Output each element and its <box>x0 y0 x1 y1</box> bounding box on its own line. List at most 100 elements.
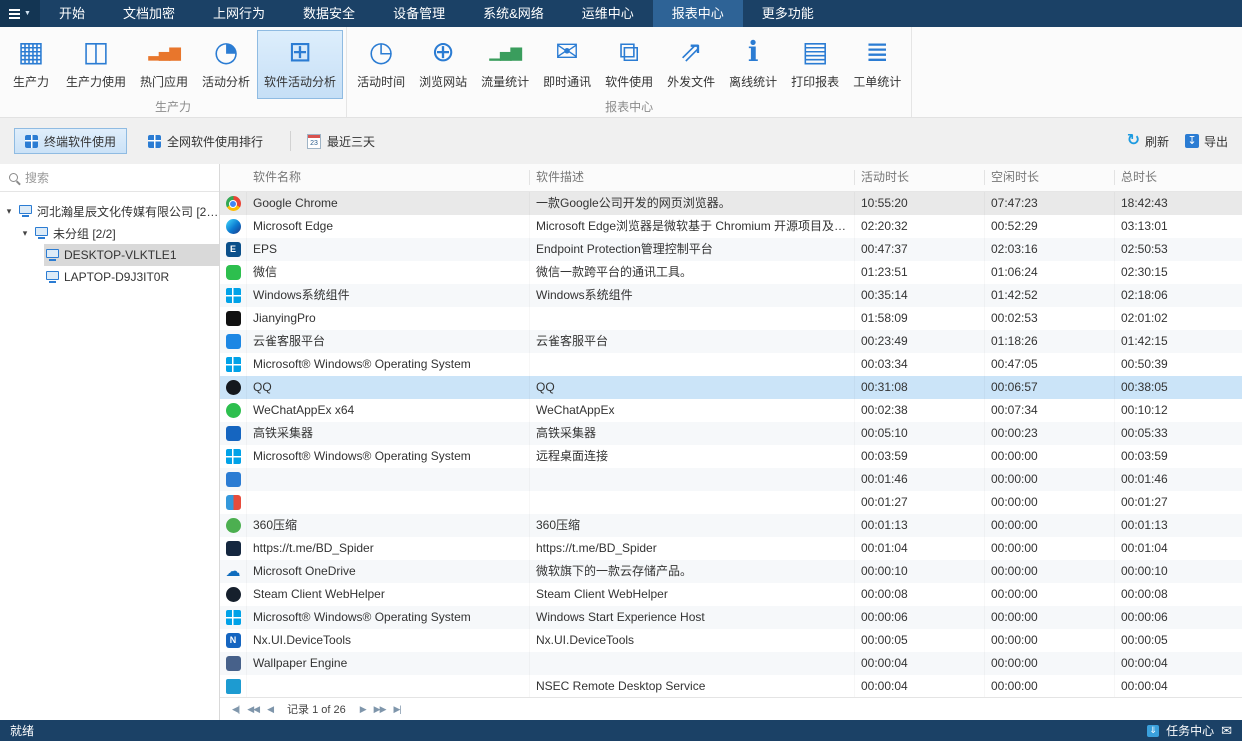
menu-item[interactable]: 运维中心 <box>563 0 653 27</box>
software-desc: WeChatAppEx <box>530 399 855 422</box>
refresh-button[interactable]: ↻刷新 <box>1127 133 1169 150</box>
table-row[interactable]: Wallpaper Engine00:00:0400:00:0000:00:04 <box>220 652 1242 675</box>
column-header[interactable]: 总时长 <box>1115 170 1242 185</box>
menu-item[interactable]: 数据安全 <box>284 0 374 27</box>
table-row[interactable]: Microsoft® Windows® Operating SystemWind… <box>220 606 1242 629</box>
idle-duration: 02:03:16 <box>985 238 1115 261</box>
ribbon-item[interactable]: ≣工单统计 <box>846 30 908 99</box>
page-next-button[interactable]: ▶| <box>394 704 401 715</box>
app-menu-button[interactable]: ▼ <box>0 0 40 27</box>
table-row[interactable]: Windows系统组件Windows系统组件00:35:1401:42:5202… <box>220 284 1242 307</box>
menu-item[interactable]: 文档加密 <box>104 0 194 27</box>
page-next-button[interactable]: ▶ <box>360 704 366 715</box>
software-icon-cell <box>220 445 247 468</box>
table-row[interactable]: 00:01:4600:00:0000:01:46 <box>220 468 1242 491</box>
date-filter-button[interactable]: 23 最近三天 <box>307 133 375 150</box>
wechat-icon <box>226 265 241 280</box>
tree-node[interactable]: LAPTOP-D9J3IT0R <box>44 266 219 288</box>
active-duration: 00:03:59 <box>855 445 985 468</box>
ribbon-item[interactable]: ◫生产力使用 <box>59 30 133 99</box>
column-header[interactable]: 空闲时长 <box>985 170 1115 185</box>
software-desc: 微信一款跨平台的通讯工具。 <box>530 261 855 284</box>
menu-item[interactable]: 开始 <box>40 0 104 27</box>
idle-duration: 00:00:00 <box>985 583 1115 606</box>
ribbon-item[interactable]: ⧉软件使用 <box>598 30 660 99</box>
active-duration: 00:23:49 <box>855 330 985 353</box>
column-header[interactable]: 软件名称 <box>247 170 530 185</box>
message-icon[interactable]: ✉ <box>1221 724 1232 737</box>
table-row[interactable]: Microsoft EdgeMicrosoft Edge浏览器是微软基于 Chr… <box>220 215 1242 238</box>
tree-node[interactable]: DESKTOP-VLKTLE1 <box>44 244 219 266</box>
tree-node[interactable]: ▾未分组 [2/2] <box>18 222 219 244</box>
total-duration: 00:01:46 <box>1115 468 1242 491</box>
ribbon-item[interactable]: ✉即时通讯 <box>536 30 598 99</box>
menu-item[interactable]: 上网行为 <box>194 0 284 27</box>
ribbon-item[interactable]: ⊞软件活动分析 <box>257 30 343 99</box>
page-prev-button[interactable]: ◀◀ <box>247 704 259 715</box>
table-header: 软件名称软件描述活动时长空闲时长总时长 <box>220 164 1242 192</box>
column-header[interactable]: 软件描述 <box>530 170 855 185</box>
hot-apps-icon: ▂▄▆ <box>143 34 185 70</box>
table-row[interactable]: JianyingPro01:58:0900:02:5302:01:02 <box>220 307 1242 330</box>
idle-duration: 00:52:29 <box>985 215 1115 238</box>
network-software-ranking-icon <box>148 135 161 148</box>
idle-duration: 00:00:00 <box>985 445 1115 468</box>
tree-node[interactable]: ▾河北瀚星辰文化传媒有限公司 [2/2] <box>2 200 219 222</box>
table-row[interactable]: Microsoft® Windows® Operating System00:0… <box>220 353 1242 376</box>
ribbon-item[interactable]: ⊕浏览网站 <box>412 30 474 99</box>
ribbon-item[interactable]: ℹ离线统计 <box>722 30 784 99</box>
table-row[interactable]: NSEC Remote Desktop Service00:00:0400:00… <box>220 675 1242 697</box>
software-desc: Nx.UI.DeviceTools <box>530 629 855 652</box>
view-tab[interactable]: 全网软件使用排行 <box>137 128 274 154</box>
ribbon-item[interactable]: ◷活动时间 <box>350 30 412 99</box>
content-area: ▾河北瀚星辰文化传媒有限公司 [2/2]▾未分组 [2/2]DESKTOP-VL… <box>0 164 1242 720</box>
table-row[interactable]: 云雀客服平台云雀客服平台00:23:4901:18:2601:42:15 <box>220 330 1242 353</box>
idle-duration: 00:00:23 <box>985 422 1115 445</box>
table-row[interactable]: 微信微信一款跨平台的通讯工具。01:23:5101:06:2402:30:15 <box>220 261 1242 284</box>
idle-duration: 00:00:00 <box>985 560 1115 583</box>
table-row[interactable]: 00:01:2700:00:0000:01:27 <box>220 491 1242 514</box>
table-row[interactable]: QQQQ00:31:0800:06:5700:38:05 <box>220 376 1242 399</box>
column-header-icon <box>220 170 247 185</box>
misc-color-icon <box>226 495 241 510</box>
active-duration: 10:55:20 <box>855 192 985 215</box>
table-row[interactable]: ☁Microsoft OneDrive微软旗下的一款云存储产品。00:00:10… <box>220 560 1242 583</box>
software-desc: Windows系统组件 <box>530 284 855 307</box>
ribbon-item[interactable]: ◔活动分析 <box>195 30 257 99</box>
menu-item[interactable]: 报表中心 <box>653 0 743 27</box>
software-icon-cell <box>220 284 247 307</box>
page-next-button[interactable]: ▶▶ <box>374 704 386 715</box>
table-row[interactable]: 360压缩360压缩00:01:1300:00:0000:01:13 <box>220 514 1242 537</box>
view-tab[interactable]: 终端软件使用 <box>14 128 127 154</box>
ribbon-item[interactable]: ▦生产力 <box>3 30 59 99</box>
task-center-button[interactable]: 任务中心 <box>1166 722 1214 739</box>
idle-duration: 01:42:52 <box>985 284 1115 307</box>
pagination-prev-group: ◀|◀◀◀ <box>232 704 273 715</box>
ribbon-item[interactable]: ▁▄▆流量统计 <box>474 30 536 99</box>
table-row[interactable]: Microsoft® Windows® Operating System远程桌面… <box>220 445 1242 468</box>
menu-item[interactable]: 设备管理 <box>374 0 464 27</box>
menu-item[interactable]: 更多功能 <box>743 0 833 27</box>
expand-arrow-icon[interactable]: ▾ <box>20 228 30 239</box>
menu-item[interactable]: 系统&网络 <box>464 0 563 27</box>
column-header[interactable]: 活动时长 <box>855 170 985 185</box>
activity-analysis-icon: ◔ <box>205 34 247 70</box>
ribbon-item[interactable]: ⇗外发文件 <box>660 30 722 99</box>
table-row[interactable]: https://t.me/BD_Spiderhttps://t.me/BD_Sp… <box>220 537 1242 560</box>
windows-icon <box>226 610 241 625</box>
active-duration: 02:20:32 <box>855 215 985 238</box>
page-prev-button[interactable]: ◀| <box>232 704 239 715</box>
export-button[interactable]: ↧导出 <box>1185 133 1228 150</box>
page-prev-button[interactable]: ◀ <box>267 704 273 715</box>
device-sidebar: ▾河北瀚星辰文化传媒有限公司 [2/2]▾未分组 [2/2]DESKTOP-VL… <box>0 164 220 720</box>
table-row[interactable]: EEPSEndpoint Protection管理控制平台00:47:3702:… <box>220 238 1242 261</box>
table-row[interactable]: 高铁采集器高铁采集器00:05:1000:00:2300:05:33 <box>220 422 1242 445</box>
ribbon-item[interactable]: ▂▄▆热门应用 <box>133 30 195 99</box>
table-row[interactable]: Steam Client WebHelperSteam Client WebHe… <box>220 583 1242 606</box>
expand-arrow-icon[interactable]: ▾ <box>4 206 14 217</box>
ribbon-item[interactable]: ▤打印报表 <box>784 30 846 99</box>
table-row[interactable]: WeChatAppEx x64WeChatAppEx00:02:3800:07:… <box>220 399 1242 422</box>
search-input[interactable] <box>25 171 210 185</box>
table-row[interactable]: NNx.UI.DeviceToolsNx.UI.DeviceTools00:00… <box>220 629 1242 652</box>
table-row[interactable]: Google Chrome一款Google公司开发的网页浏览器。10:55:20… <box>220 192 1242 215</box>
